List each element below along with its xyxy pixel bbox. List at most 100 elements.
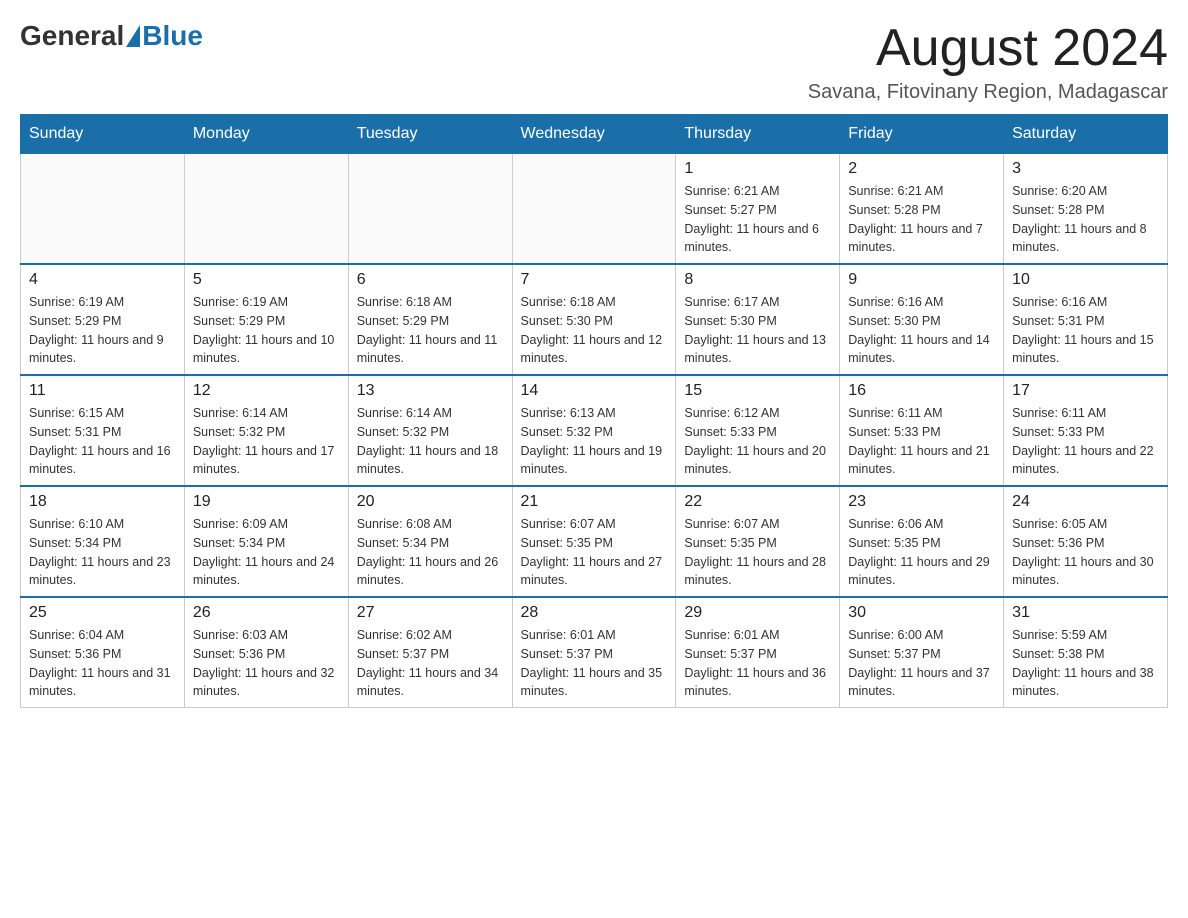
day-number: 27 bbox=[357, 604, 504, 622]
day-info: Sunrise: 6:09 AMSunset: 5:34 PMDaylight:… bbox=[193, 515, 340, 590]
day-number: 16 bbox=[848, 382, 995, 400]
day-info: Sunrise: 6:16 AMSunset: 5:31 PMDaylight:… bbox=[1012, 293, 1159, 368]
calendar-table: Sunday Monday Tuesday Wednesday Thursday… bbox=[20, 114, 1168, 708]
header-wednesday: Wednesday bbox=[512, 115, 676, 154]
calendar-header-row: Sunday Monday Tuesday Wednesday Thursday… bbox=[21, 115, 1168, 154]
day-number: 10 bbox=[1012, 271, 1159, 289]
day-info: Sunrise: 6:07 AMSunset: 5:35 PMDaylight:… bbox=[521, 515, 668, 590]
day-number: 2 bbox=[848, 160, 995, 178]
day-info: Sunrise: 6:13 AMSunset: 5:32 PMDaylight:… bbox=[521, 404, 668, 479]
header-monday: Monday bbox=[184, 115, 348, 154]
table-row: 12 Sunrise: 6:14 AMSunset: 5:32 PMDayligh… bbox=[184, 375, 348, 486]
day-info: Sunrise: 6:18 AMSunset: 5:30 PMDaylight:… bbox=[521, 293, 668, 368]
day-number: 3 bbox=[1012, 160, 1159, 178]
header-thursday: Thursday bbox=[676, 115, 840, 154]
page-header: General Blue August 2024 Savana, Fitovin… bbox=[20, 20, 1168, 104]
calendar-week-row: 1 Sunrise: 6:21 AMSunset: 5:27 PMDaylight… bbox=[21, 154, 1168, 265]
day-info: Sunrise: 6:10 AMSunset: 5:34 PMDaylight:… bbox=[29, 515, 176, 590]
table-row: 20 Sunrise: 6:08 AMSunset: 5:34 PMDayligh… bbox=[348, 486, 512, 597]
day-info: Sunrise: 6:00 AMSunset: 5:37 PMDaylight:… bbox=[848, 626, 995, 701]
day-info: Sunrise: 6:17 AMSunset: 5:30 PMDaylight:… bbox=[684, 293, 831, 368]
day-info: Sunrise: 6:08 AMSunset: 5:34 PMDaylight:… bbox=[357, 515, 504, 590]
day-info: Sunrise: 6:11 AMSunset: 5:33 PMDaylight:… bbox=[848, 404, 995, 479]
day-info: Sunrise: 6:21 AMSunset: 5:27 PMDaylight:… bbox=[684, 182, 831, 257]
day-number: 17 bbox=[1012, 382, 1159, 400]
day-info: Sunrise: 6:14 AMSunset: 5:32 PMDaylight:… bbox=[193, 404, 340, 479]
table-row: 30Sunrise: 6:00 AMSunset: 5:37 PMDayligh… bbox=[840, 597, 1004, 708]
table-row bbox=[512, 154, 676, 265]
day-number: 26 bbox=[193, 604, 340, 622]
day-info: Sunrise: 5:59 AMSunset: 5:38 PMDaylight:… bbox=[1012, 626, 1159, 701]
day-number: 13 bbox=[357, 382, 504, 400]
logo-triangle-icon bbox=[126, 25, 140, 47]
table-row: 15 Sunrise: 6:12 AMSunset: 5:33 PMDayligh… bbox=[676, 375, 840, 486]
day-info: Sunrise: 6:06 AMSunset: 5:35 PMDaylight:… bbox=[848, 515, 995, 590]
table-row: 8 Sunrise: 6:17 AMSunset: 5:30 PMDaylight… bbox=[676, 264, 840, 375]
table-row: 28 Sunrise: 6:01 AMSunset: 5:37 PMDayligh… bbox=[512, 597, 676, 708]
day-info: Sunrise: 6:01 AMSunset: 5:37 PMDaylight:… bbox=[521, 626, 668, 701]
day-number: 5 bbox=[193, 271, 340, 289]
day-number: 8 bbox=[684, 271, 831, 289]
day-info: Sunrise: 6:21 AMSunset: 5:28 PMDaylight:… bbox=[848, 182, 995, 257]
logo-blue-text: Blue bbox=[142, 20, 203, 52]
table-row: 24 Sunrise: 6:05 AMSunset: 5:36 PMDayligh… bbox=[1004, 486, 1168, 597]
table-row: 10 Sunrise: 6:16 AMSunset: 5:31 PMDayligh… bbox=[1004, 264, 1168, 375]
day-info: Sunrise: 6:12 AMSunset: 5:33 PMDaylight:… bbox=[684, 404, 831, 479]
day-info: Sunrise: 6:02 AMSunset: 5:37 PMDaylight:… bbox=[357, 626, 504, 701]
calendar-week-row: 25 Sunrise: 6:04 AMSunset: 5:36 PMDayligh… bbox=[21, 597, 1168, 708]
location-title: Savana, Fitovinany Region, Madagascar bbox=[808, 81, 1168, 104]
day-number: 7 bbox=[521, 271, 668, 289]
title-section: August 2024 Savana, Fitovinany Region, M… bbox=[808, 20, 1168, 104]
day-number: 6 bbox=[357, 271, 504, 289]
day-info: Sunrise: 6:07 AMSunset: 5:35 PMDaylight:… bbox=[684, 515, 831, 590]
calendar-week-row: 11Sunrise: 6:15 AMSunset: 5:31 PMDayligh… bbox=[21, 375, 1168, 486]
table-row bbox=[184, 154, 348, 265]
table-row: 23 Sunrise: 6:06 AMSunset: 5:35 PMDayligh… bbox=[840, 486, 1004, 597]
table-row bbox=[348, 154, 512, 265]
calendar-week-row: 4 Sunrise: 6:19 AMSunset: 5:29 PMDaylight… bbox=[21, 264, 1168, 375]
logo-general-text: General bbox=[20, 20, 124, 52]
day-info: Sunrise: 6:11 AMSunset: 5:33 PMDaylight:… bbox=[1012, 404, 1159, 479]
table-row bbox=[21, 154, 185, 265]
table-row: 3Sunrise: 6:20 AMSunset: 5:28 PMDaylight… bbox=[1004, 154, 1168, 265]
table-row: 16 Sunrise: 6:11 AMSunset: 5:33 PMDayligh… bbox=[840, 375, 1004, 486]
day-number: 25 bbox=[29, 604, 176, 622]
table-row: 25 Sunrise: 6:04 AMSunset: 5:36 PMDayligh… bbox=[21, 597, 185, 708]
table-row: 9 Sunrise: 6:16 AMSunset: 5:30 PMDaylight… bbox=[840, 264, 1004, 375]
day-info: Sunrise: 6:01 AMSunset: 5:37 PMDaylight:… bbox=[684, 626, 831, 701]
table-row: 14Sunrise: 6:13 AMSunset: 5:32 PMDayligh… bbox=[512, 375, 676, 486]
day-info: Sunrise: 6:04 AMSunset: 5:36 PMDaylight:… bbox=[29, 626, 176, 701]
table-row: 4 Sunrise: 6:19 AMSunset: 5:29 PMDaylight… bbox=[21, 264, 185, 375]
day-number: 12 bbox=[193, 382, 340, 400]
day-info: Sunrise: 6:15 AMSunset: 5:31 PMDaylight:… bbox=[29, 404, 176, 479]
table-row: 29 Sunrise: 6:01 AMSunset: 5:37 PMDayligh… bbox=[676, 597, 840, 708]
table-row: 5 Sunrise: 6:19 AMSunset: 5:29 PMDaylight… bbox=[184, 264, 348, 375]
day-number: 23 bbox=[848, 493, 995, 511]
day-info: Sunrise: 6:16 AMSunset: 5:30 PMDaylight:… bbox=[848, 293, 995, 368]
day-info: Sunrise: 6:19 AMSunset: 5:29 PMDaylight:… bbox=[29, 293, 176, 368]
header-sunday: Sunday bbox=[21, 115, 185, 154]
day-info: Sunrise: 6:05 AMSunset: 5:36 PMDaylight:… bbox=[1012, 515, 1159, 590]
day-number: 1 bbox=[684, 160, 831, 178]
day-number: 9 bbox=[848, 271, 995, 289]
day-number: 29 bbox=[684, 604, 831, 622]
day-number: 15 bbox=[684, 382, 831, 400]
day-number: 31 bbox=[1012, 604, 1159, 622]
table-row: 13Sunrise: 6:14 AMSunset: 5:32 PMDayligh… bbox=[348, 375, 512, 486]
day-number: 24 bbox=[1012, 493, 1159, 511]
day-number: 4 bbox=[29, 271, 176, 289]
day-info: Sunrise: 6:03 AMSunset: 5:36 PMDaylight:… bbox=[193, 626, 340, 701]
header-friday: Friday bbox=[840, 115, 1004, 154]
header-tuesday: Tuesday bbox=[348, 115, 512, 154]
table-row: 26 Sunrise: 6:03 AMSunset: 5:36 PMDayligh… bbox=[184, 597, 348, 708]
table-row: 19Sunrise: 6:09 AMSunset: 5:34 PMDayligh… bbox=[184, 486, 348, 597]
month-title: August 2024 bbox=[808, 20, 1168, 77]
day-info: Sunrise: 6:19 AMSunset: 5:29 PMDaylight:… bbox=[193, 293, 340, 368]
day-number: 20 bbox=[357, 493, 504, 511]
table-row: 6Sunrise: 6:18 AMSunset: 5:29 PMDaylight… bbox=[348, 264, 512, 375]
table-row: 11Sunrise: 6:15 AMSunset: 5:31 PMDayligh… bbox=[21, 375, 185, 486]
logo: General Blue bbox=[20, 20, 203, 52]
day-number: 28 bbox=[521, 604, 668, 622]
table-row: 17 Sunrise: 6:11 AMSunset: 5:33 PMDayligh… bbox=[1004, 375, 1168, 486]
table-row: 27 Sunrise: 6:02 AMSunset: 5:37 PMDayligh… bbox=[348, 597, 512, 708]
